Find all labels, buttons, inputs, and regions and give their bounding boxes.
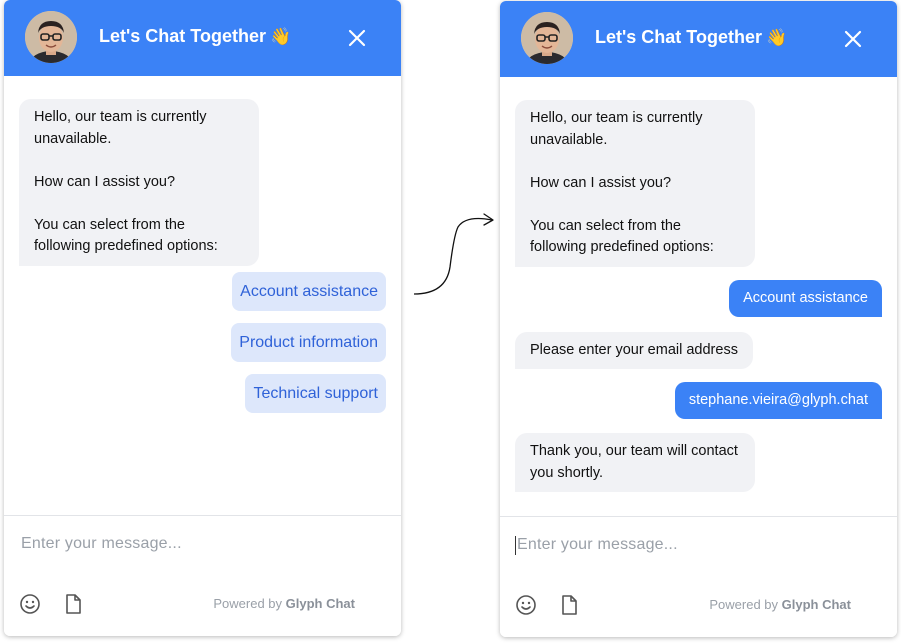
chat-header: Let's Chat Together 👋 <box>500 1 897 77</box>
chat-widget-before: Let's Chat Together 👋 Hello, our team is … <box>4 0 401 636</box>
bot-message-email-prompt: Please enter your email address <box>515 332 753 369</box>
composer: Powered by Glyph Chat <box>4 515 401 636</box>
message-line: Hello, our team is currently unavailable… <box>530 110 703 148</box>
flow-arrow-icon <box>413 213 494 295</box>
option-technical-support[interactable]: Technical support <box>245 374 386 413</box>
bot-message-greeting: Hello, our team is currently unavailable… <box>515 100 755 267</box>
powered-by: Powered by Glyph Chat <box>213 596 355 611</box>
message-line: You can select from the following predef… <box>530 217 714 256</box>
chat-title-text: Let's Chat Together <box>99 26 266 46</box>
chat-widget-after: Let's Chat Together 👋 Hello, our team is … <box>500 1 897 637</box>
message-input[interactable] <box>19 534 363 554</box>
chat-header: Let's Chat Together 👋 <box>4 0 401 76</box>
user-message-email: stephane.vieira@glyph.chat <box>674 382 882 419</box>
chat-title: Let's Chat Together 👋 <box>595 27 787 48</box>
agent-avatar <box>521 12 573 64</box>
agent-avatar <box>25 11 77 63</box>
bot-message-greeting: Hello, our team is currently unavailable… <box>19 99 259 266</box>
close-icon[interactable] <box>842 28 864 50</box>
option-product-information[interactable]: Product information <box>231 323 386 362</box>
smiley-icon[interactable] <box>515 594 537 616</box>
file-icon[interactable] <box>558 594 580 616</box>
waving-hand-emoji: 👋 <box>269 27 292 46</box>
chat-title: Let's Chat Together 👋 <box>99 26 291 47</box>
powered-by-brand[interactable]: Glyph Chat <box>286 596 355 611</box>
close-icon[interactable] <box>346 27 368 49</box>
composer: Powered by Glyph Chat <box>500 516 897 637</box>
message-line: How can I assist you? <box>530 174 672 191</box>
powered-by-brand[interactable]: Glyph Chat <box>782 597 851 612</box>
chat-title-text: Let's Chat Together <box>595 27 762 47</box>
option-account-assistance[interactable]: Account assistance <box>232 272 386 311</box>
message-input[interactable] <box>515 535 859 555</box>
powered-by-prefix: Powered by <box>213 596 283 611</box>
user-message-option: Account assistance <box>729 280 882 317</box>
message-line: How can I assist you? <box>34 173 176 190</box>
file-icon[interactable] <box>62 593 84 615</box>
smiley-icon[interactable] <box>19 593 41 615</box>
message-line: Hello, our team is currently unavailable… <box>34 109 207 147</box>
powered-by-prefix: Powered by <box>709 597 779 612</box>
bot-message-thanks: Thank you, our team will contact you sho… <box>515 433 755 492</box>
powered-by: Powered by Glyph Chat <box>709 597 851 612</box>
text-cursor <box>515 536 516 555</box>
message-line: You can select from the following predef… <box>34 216 218 255</box>
waving-hand-emoji: 👋 <box>765 28 788 47</box>
